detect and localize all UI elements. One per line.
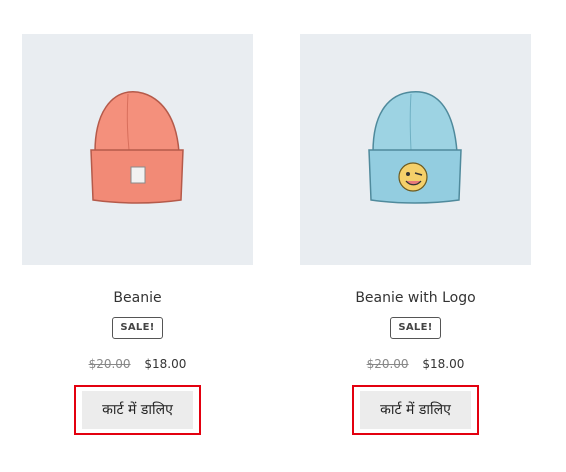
beanie-image xyxy=(89,90,184,204)
sale-badge: SALE! xyxy=(112,317,163,339)
price: $20.00 $18.00 xyxy=(300,357,531,371)
product-card-beanie: Beanie SALE! $20.00 $18.00 कार्ट में डाल… xyxy=(22,34,253,435)
regular-price: $20.00 xyxy=(366,357,409,371)
regular-price: $20.00 xyxy=(88,357,131,371)
add-to-cart-button[interactable]: कार्ट में डालिए xyxy=(360,391,471,429)
product-card-beanie-with-logo: Beanie with Logo SALE! $20.00 $18.00 कार… xyxy=(300,34,531,435)
beanie-with-logo-image xyxy=(367,90,462,204)
product-grid: Beanie SALE! $20.00 $18.00 कार्ट में डाल… xyxy=(0,0,566,472)
highlight-outline: कार्ट में डालिए xyxy=(352,385,479,435)
sale-badge: SALE! xyxy=(390,317,441,339)
sale-price: $18.00 xyxy=(144,357,187,371)
product-image-link[interactable] xyxy=(300,34,531,265)
product-image-link[interactable] xyxy=(22,34,253,265)
highlight-outline: कार्ट में डालिए xyxy=(74,385,201,435)
price: $20.00 $18.00 xyxy=(22,357,253,371)
sale-price: $18.00 xyxy=(422,357,465,371)
add-to-cart-button[interactable]: कार्ट में डालिए xyxy=(82,391,193,429)
product-title[interactable]: Beanie with Logo xyxy=(300,289,531,307)
product-title[interactable]: Beanie xyxy=(22,289,253,307)
